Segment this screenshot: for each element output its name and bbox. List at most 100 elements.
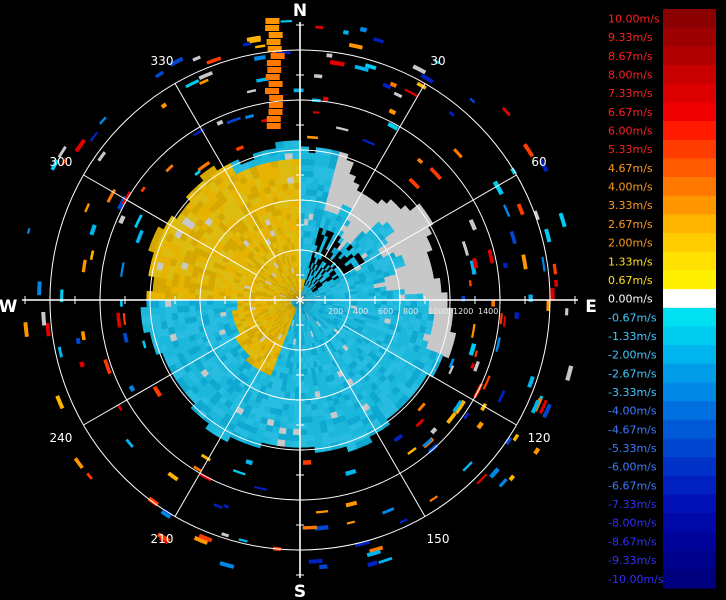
echo-streak bbox=[122, 313, 127, 326]
echo-gate bbox=[306, 440, 316, 448]
echo-streak bbox=[473, 360, 480, 372]
polar-grid bbox=[22, 22, 578, 578]
echo-streak bbox=[342, 30, 349, 35]
colorbar-label: -5.33m/s bbox=[608, 442, 657, 455]
echo-gate bbox=[287, 182, 295, 190]
colorbar-label: -4.00m/s bbox=[608, 405, 657, 418]
colorbar-label: 9.33m/s bbox=[608, 31, 653, 44]
azimuth-label: 240 bbox=[50, 431, 73, 445]
echo-streak bbox=[393, 91, 403, 99]
echo-streak bbox=[382, 82, 392, 90]
echo-streak bbox=[554, 279, 559, 287]
echo-streak bbox=[564, 308, 569, 316]
echo-streak bbox=[468, 218, 477, 231]
echo-gate bbox=[286, 170, 295, 178]
echo-streak bbox=[98, 116, 107, 125]
colorbar-label: 5.33m/s bbox=[608, 143, 653, 156]
echo-streak bbox=[408, 177, 421, 190]
echo-streak bbox=[81, 259, 87, 273]
echo-streak bbox=[79, 361, 85, 368]
range-label: 1200 bbox=[453, 307, 473, 316]
echo-gate bbox=[265, 74, 280, 80]
colorbar-swatch bbox=[663, 233, 716, 253]
echo-streak bbox=[503, 204, 511, 218]
echo-streak bbox=[346, 520, 356, 525]
colorbar-label: 7.33m/s bbox=[608, 87, 653, 100]
echo-streak bbox=[120, 262, 125, 277]
colorbar-swatch bbox=[663, 438, 716, 458]
range-label: 1000 bbox=[428, 307, 448, 316]
colorbar-swatch bbox=[663, 363, 716, 384]
echo-streak bbox=[474, 350, 479, 358]
range-label: 800 bbox=[403, 307, 418, 316]
azimuth-label: 330 bbox=[151, 54, 174, 68]
colorbar-swatch bbox=[663, 513, 716, 533]
echo-streak bbox=[89, 131, 99, 142]
colorbar-swatch bbox=[663, 121, 716, 141]
echo-streak bbox=[293, 88, 304, 93]
colorbar-swatch bbox=[663, 475, 716, 496]
echo-streak bbox=[26, 227, 31, 234]
colorbar-swatch bbox=[663, 214, 716, 234]
colorbar-label: 2.00m/s bbox=[608, 237, 653, 250]
colorbar-swatch bbox=[663, 158, 716, 178]
echo-streak bbox=[501, 106, 511, 117]
echo-streak bbox=[134, 214, 143, 229]
echo-streak bbox=[498, 478, 508, 488]
colorbar-swatch bbox=[663, 195, 716, 216]
echo-gate bbox=[305, 410, 313, 418]
colorbar-label: -7.33m/s bbox=[608, 498, 657, 511]
echo-streak bbox=[140, 186, 146, 193]
echo-streak bbox=[74, 138, 86, 153]
echo-streak bbox=[245, 459, 254, 466]
colorbar-label: -2.00m/s bbox=[608, 349, 657, 362]
echo-streak bbox=[335, 126, 349, 132]
colorbar-label: -3.33m/s bbox=[608, 386, 657, 399]
echo-streak bbox=[255, 44, 266, 49]
echo-gate bbox=[422, 286, 430, 295]
echo-streak bbox=[254, 485, 268, 491]
colorbar-label: 8.67m/s bbox=[608, 50, 653, 63]
echo-streak bbox=[142, 340, 147, 349]
echo-gate bbox=[410, 287, 418, 295]
echo-streak bbox=[125, 438, 134, 448]
colorbar-swatch bbox=[663, 457, 716, 477]
echo-gate bbox=[288, 188, 296, 196]
colorbar-swatch bbox=[663, 307, 716, 328]
echo-streak bbox=[393, 433, 404, 443]
echo-streak bbox=[152, 385, 163, 398]
echo-streak bbox=[430, 427, 438, 435]
echo-streak bbox=[382, 507, 395, 515]
colorbar-swatch bbox=[663, 65, 716, 85]
echo-streak bbox=[122, 332, 129, 343]
colorbar-swatch bbox=[663, 401, 716, 421]
echo-gate bbox=[176, 305, 184, 313]
echo-streak bbox=[302, 460, 312, 465]
colorbar-label: -6.00m/s bbox=[608, 461, 657, 474]
echo-streak bbox=[135, 229, 144, 244]
echo-streak bbox=[193, 465, 202, 472]
echo-streak bbox=[471, 323, 476, 338]
echo-gate bbox=[268, 32, 283, 38]
cardinal-label-e: E bbox=[585, 297, 597, 317]
echo-streak bbox=[453, 148, 463, 159]
echo-streak bbox=[84, 202, 91, 213]
colorbar-swatch bbox=[663, 46, 716, 66]
echo-streak bbox=[378, 556, 393, 564]
echo-streak bbox=[476, 421, 484, 430]
colorbar-swatch bbox=[663, 270, 716, 290]
echo-streak bbox=[345, 500, 358, 508]
colorbar-label: 10.00m/s bbox=[608, 12, 660, 25]
colorbar-swatch bbox=[663, 419, 716, 440]
echo-gate bbox=[268, 102, 283, 108]
colorbar-label: 4.67m/s bbox=[608, 162, 653, 175]
echo-streak bbox=[319, 564, 328, 570]
echo-streak bbox=[89, 250, 95, 260]
colorbar-label: -1.33m/s bbox=[608, 330, 657, 343]
colorbar-label: -9.33m/s bbox=[608, 554, 657, 567]
echo-streak bbox=[491, 299, 495, 307]
echo-gate bbox=[404, 288, 412, 296]
echo-streak bbox=[533, 447, 541, 455]
echo-gate bbox=[304, 404, 312, 412]
echo-streak bbox=[221, 532, 230, 538]
